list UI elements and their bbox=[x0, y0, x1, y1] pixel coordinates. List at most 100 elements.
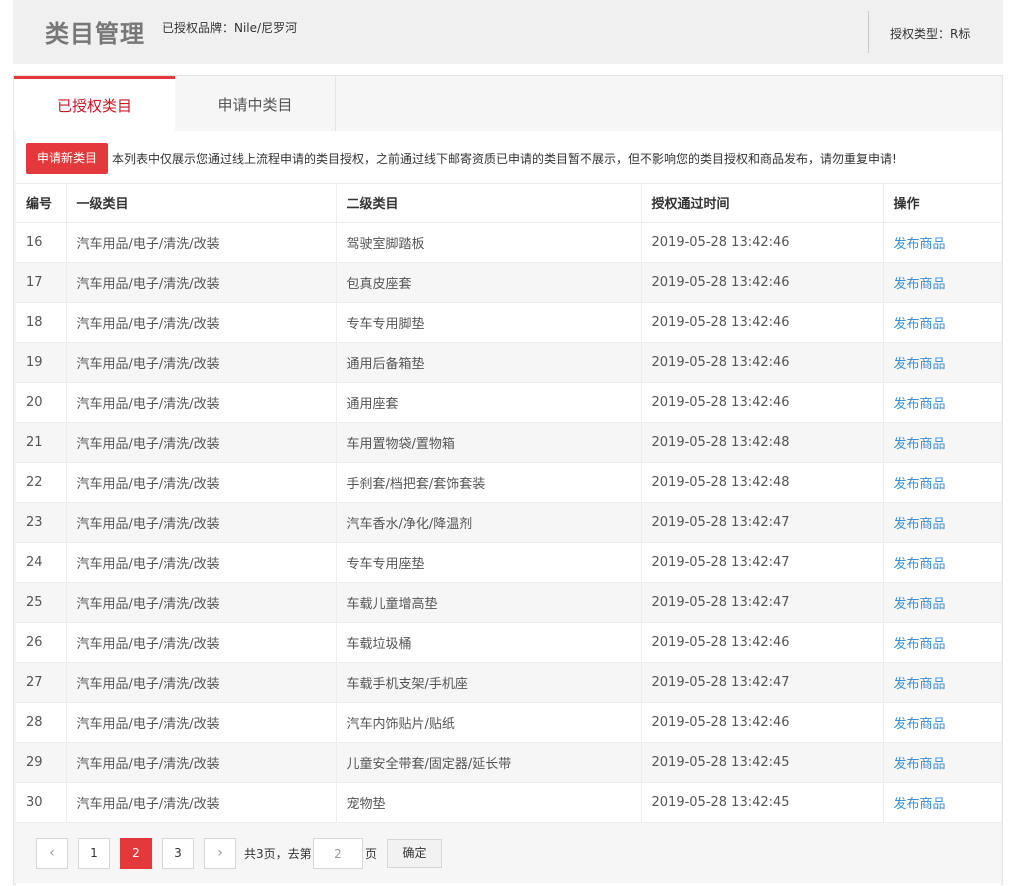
cell-level2-category: 汽车香水/净化/降温剂 bbox=[335, 502, 641, 543]
cell-id: 25 bbox=[16, 582, 66, 623]
cell-level2-category: 驾驶室脚踏板 bbox=[335, 222, 641, 263]
page-suffix-text: 页 bbox=[365, 847, 378, 861]
publish-product-link[interactable]: 发布商品 bbox=[894, 357, 946, 372]
cell-action: 发布商品 bbox=[882, 342, 1001, 383]
cell-level1-category: 汽车用品/电子/清洗/改装 bbox=[65, 502, 336, 543]
cell-action: 发布商品 bbox=[882, 662, 1001, 703]
cell-level1-category: 汽车用品/电子/清洗/改装 bbox=[65, 262, 336, 303]
tab-content: 申请新类目 本列表中仅展示您通过线上流程申请的类目授权，之前通过线下邮寄资质已申… bbox=[16, 131, 1001, 886]
page-2-button[interactable]: 2 bbox=[120, 838, 152, 869]
cell-level2-category: 车用置物袋/置物箱 bbox=[335, 422, 641, 463]
cell-level2-category: 汽车内饰贴片/贴纸 bbox=[335, 702, 641, 743]
table-row: 25 汽车用品/电子/清洗/改装 车载儿童增高垫 2019-05-28 13:42:4… bbox=[16, 582, 1001, 623]
publish-product-link[interactable]: 发布商品 bbox=[894, 277, 946, 292]
cell-approval-time: 2019-05-28 13:42:46 bbox=[640, 302, 883, 343]
publish-product-link[interactable]: 发布商品 bbox=[894, 757, 946, 772]
publish-product-link[interactable]: 发布商品 bbox=[894, 517, 946, 532]
cell-action: 发布商品 bbox=[882, 422, 1001, 463]
publish-product-link[interactable]: 发布商品 bbox=[894, 397, 946, 412]
column-header-level2-category: 二级类目 bbox=[335, 184, 641, 223]
publish-product-link[interactable]: 发布商品 bbox=[894, 717, 946, 732]
notice-bar: 申请新类目 本列表中仅展示您通过线上流程申请的类目授权，之前通过线下邮寄资质已申… bbox=[16, 131, 1001, 184]
cell-id: 17 bbox=[16, 262, 66, 303]
cell-action: 发布商品 bbox=[882, 742, 1001, 783]
table-row: 23 汽车用品/电子/清洗/改装 汽车香水/净化/降温剂 2019-05-28 13:… bbox=[16, 502, 1001, 543]
publish-product-link[interactable]: 发布商品 bbox=[894, 637, 946, 652]
cell-action: 发布商品 bbox=[882, 702, 1001, 743]
table-row: 29 汽车用品/电子/清洗/改装 儿童安全带套/固定器/延长带 2019-05-28 … bbox=[16, 742, 1001, 783]
header-divider bbox=[868, 11, 869, 53]
cell-id: 28 bbox=[16, 702, 66, 743]
authorized-brand-info: 已授权品牌：Nile/尼罗河 bbox=[162, 21, 298, 35]
cell-id: 19 bbox=[16, 342, 66, 383]
apply-new-category-button[interactable]: 申请新类目 bbox=[26, 143, 108, 174]
cell-level1-category: 汽车用品/电子/清洗/改装 bbox=[65, 662, 336, 703]
cell-level1-category: 汽车用品/电子/清洗/改装 bbox=[65, 542, 336, 583]
page-1-button[interactable]: 1 bbox=[78, 838, 110, 869]
publish-product-link[interactable]: 发布商品 bbox=[894, 477, 946, 492]
tab-authorized-categories[interactable]: 已授权类目 bbox=[14, 76, 175, 131]
cell-action: 发布商品 bbox=[882, 262, 1001, 303]
cell-action: 发布商品 bbox=[882, 502, 1001, 543]
publish-product-link[interactable]: 发布商品 bbox=[894, 597, 946, 612]
cell-action: 发布商品 bbox=[882, 582, 1001, 623]
cell-approval-time: 2019-05-28 13:42:47 bbox=[640, 662, 883, 703]
page-3-button[interactable]: 3 bbox=[162, 838, 194, 869]
cell-id: 30 bbox=[16, 782, 66, 823]
category-tabs: 已授权类目 申请中类目 bbox=[14, 76, 1004, 131]
cell-id: 21 bbox=[16, 422, 66, 463]
cell-id: 23 bbox=[16, 502, 66, 543]
cell-approval-time: 2019-05-28 13:42:46 bbox=[640, 262, 883, 303]
cell-approval-time: 2019-05-28 13:42:46 bbox=[640, 342, 883, 383]
cell-level1-category: 汽车用品/电子/清洗/改装 bbox=[65, 742, 336, 783]
table-row: 30 汽车用品/电子/清洗/改装 宠物垫 2019-05-28 13:42:45 发布商… bbox=[16, 782, 1001, 823]
table-row: 21 汽车用品/电子/清洗/改装 车用置物袋/置物箱 2019-05-28 13:42… bbox=[16, 422, 1001, 463]
cell-level1-category: 汽车用品/电子/清洗/改装 bbox=[65, 782, 336, 823]
cell-level1-category: 汽车用品/电子/清洗/改装 bbox=[65, 302, 336, 343]
cell-level2-category: 通用座套 bbox=[335, 382, 641, 423]
tab-pending-categories[interactable]: 申请中类目 bbox=[175, 76, 336, 131]
cell-level1-category: 汽车用品/电子/清洗/改装 bbox=[65, 342, 336, 383]
publish-product-link[interactable]: 发布商品 bbox=[894, 317, 946, 332]
confirm-goto-button[interactable]: 确定 bbox=[387, 839, 442, 868]
publish-product-link[interactable]: 发布商品 bbox=[894, 237, 946, 252]
cell-approval-time: 2019-05-28 13:42:48 bbox=[640, 462, 883, 503]
cell-approval-time: 2019-05-28 13:42:47 bbox=[640, 502, 883, 543]
table-row: 19 汽车用品/电子/清洗/改装 通用后备箱垫 2019-05-28 13:42:46… bbox=[16, 342, 1001, 383]
goto-page-input[interactable] bbox=[313, 838, 363, 869]
cell-level2-category: 宠物垫 bbox=[335, 782, 641, 823]
next-page-button[interactable]: › bbox=[204, 838, 236, 869]
chevron-right-icon: › bbox=[217, 845, 223, 861]
cell-id: 24 bbox=[16, 542, 66, 583]
cell-action: 发布商品 bbox=[882, 542, 1001, 583]
cell-action: 发布商品 bbox=[882, 462, 1001, 503]
cell-id: 18 bbox=[16, 302, 66, 343]
table-row: 20 汽车用品/电子/清洗/改装 通用座套 2019-05-28 13:42:46 发布… bbox=[16, 382, 1001, 423]
cell-level2-category: 儿童安全带套/固定器/延长带 bbox=[335, 742, 641, 783]
cell-approval-time: 2019-05-28 13:42:46 bbox=[640, 702, 883, 743]
page-title: 类目管理 bbox=[45, 20, 145, 48]
publish-product-link[interactable]: 发布商品 bbox=[894, 437, 946, 452]
cell-level2-category: 手刹套/档把套/套饰套装 bbox=[335, 462, 641, 503]
cell-level2-category: 专车专用脚垫 bbox=[335, 302, 641, 343]
publish-product-link[interactable]: 发布商品 bbox=[894, 797, 946, 812]
publish-product-link[interactable]: 发布商品 bbox=[894, 557, 946, 572]
page-header: 类目管理 已授权品牌：Nile/尼罗河 授权类型：R标 bbox=[13, 0, 1003, 64]
cell-level2-category: 专车专用座垫 bbox=[335, 542, 641, 583]
cell-approval-time: 2019-05-28 13:42:48 bbox=[640, 422, 883, 463]
cell-action: 发布商品 bbox=[882, 782, 1001, 823]
publish-product-link[interactable]: 发布商品 bbox=[894, 677, 946, 692]
table-row: 18 汽车用品/电子/清洗/改装 专车专用脚垫 2019-05-28 13:42:46… bbox=[16, 302, 1001, 343]
cell-approval-time: 2019-05-28 13:42:46 bbox=[640, 382, 883, 423]
pagination: ‹ 1 2 3 › 共3页，去第 页 确定 bbox=[16, 823, 1001, 883]
cell-action: 发布商品 bbox=[882, 622, 1001, 663]
total-pages-text: 共3页，去第 bbox=[244, 847, 312, 861]
column-header-id: 编号 bbox=[16, 184, 66, 223]
cell-id: 27 bbox=[16, 662, 66, 703]
cell-level1-category: 汽车用品/电子/清洗/改装 bbox=[65, 422, 336, 463]
prev-page-button[interactable]: ‹ bbox=[36, 838, 68, 869]
cell-level1-category: 汽车用品/电子/清洗/改装 bbox=[65, 382, 336, 423]
cell-level2-category: 通用后备箱垫 bbox=[335, 342, 641, 383]
cell-action: 发布商品 bbox=[882, 302, 1001, 343]
category-table: 编号 一级类目 二级类目 授权通过时间 操作 16 汽车用品/电子/清洗/改装 驾驶… bbox=[16, 184, 1001, 823]
